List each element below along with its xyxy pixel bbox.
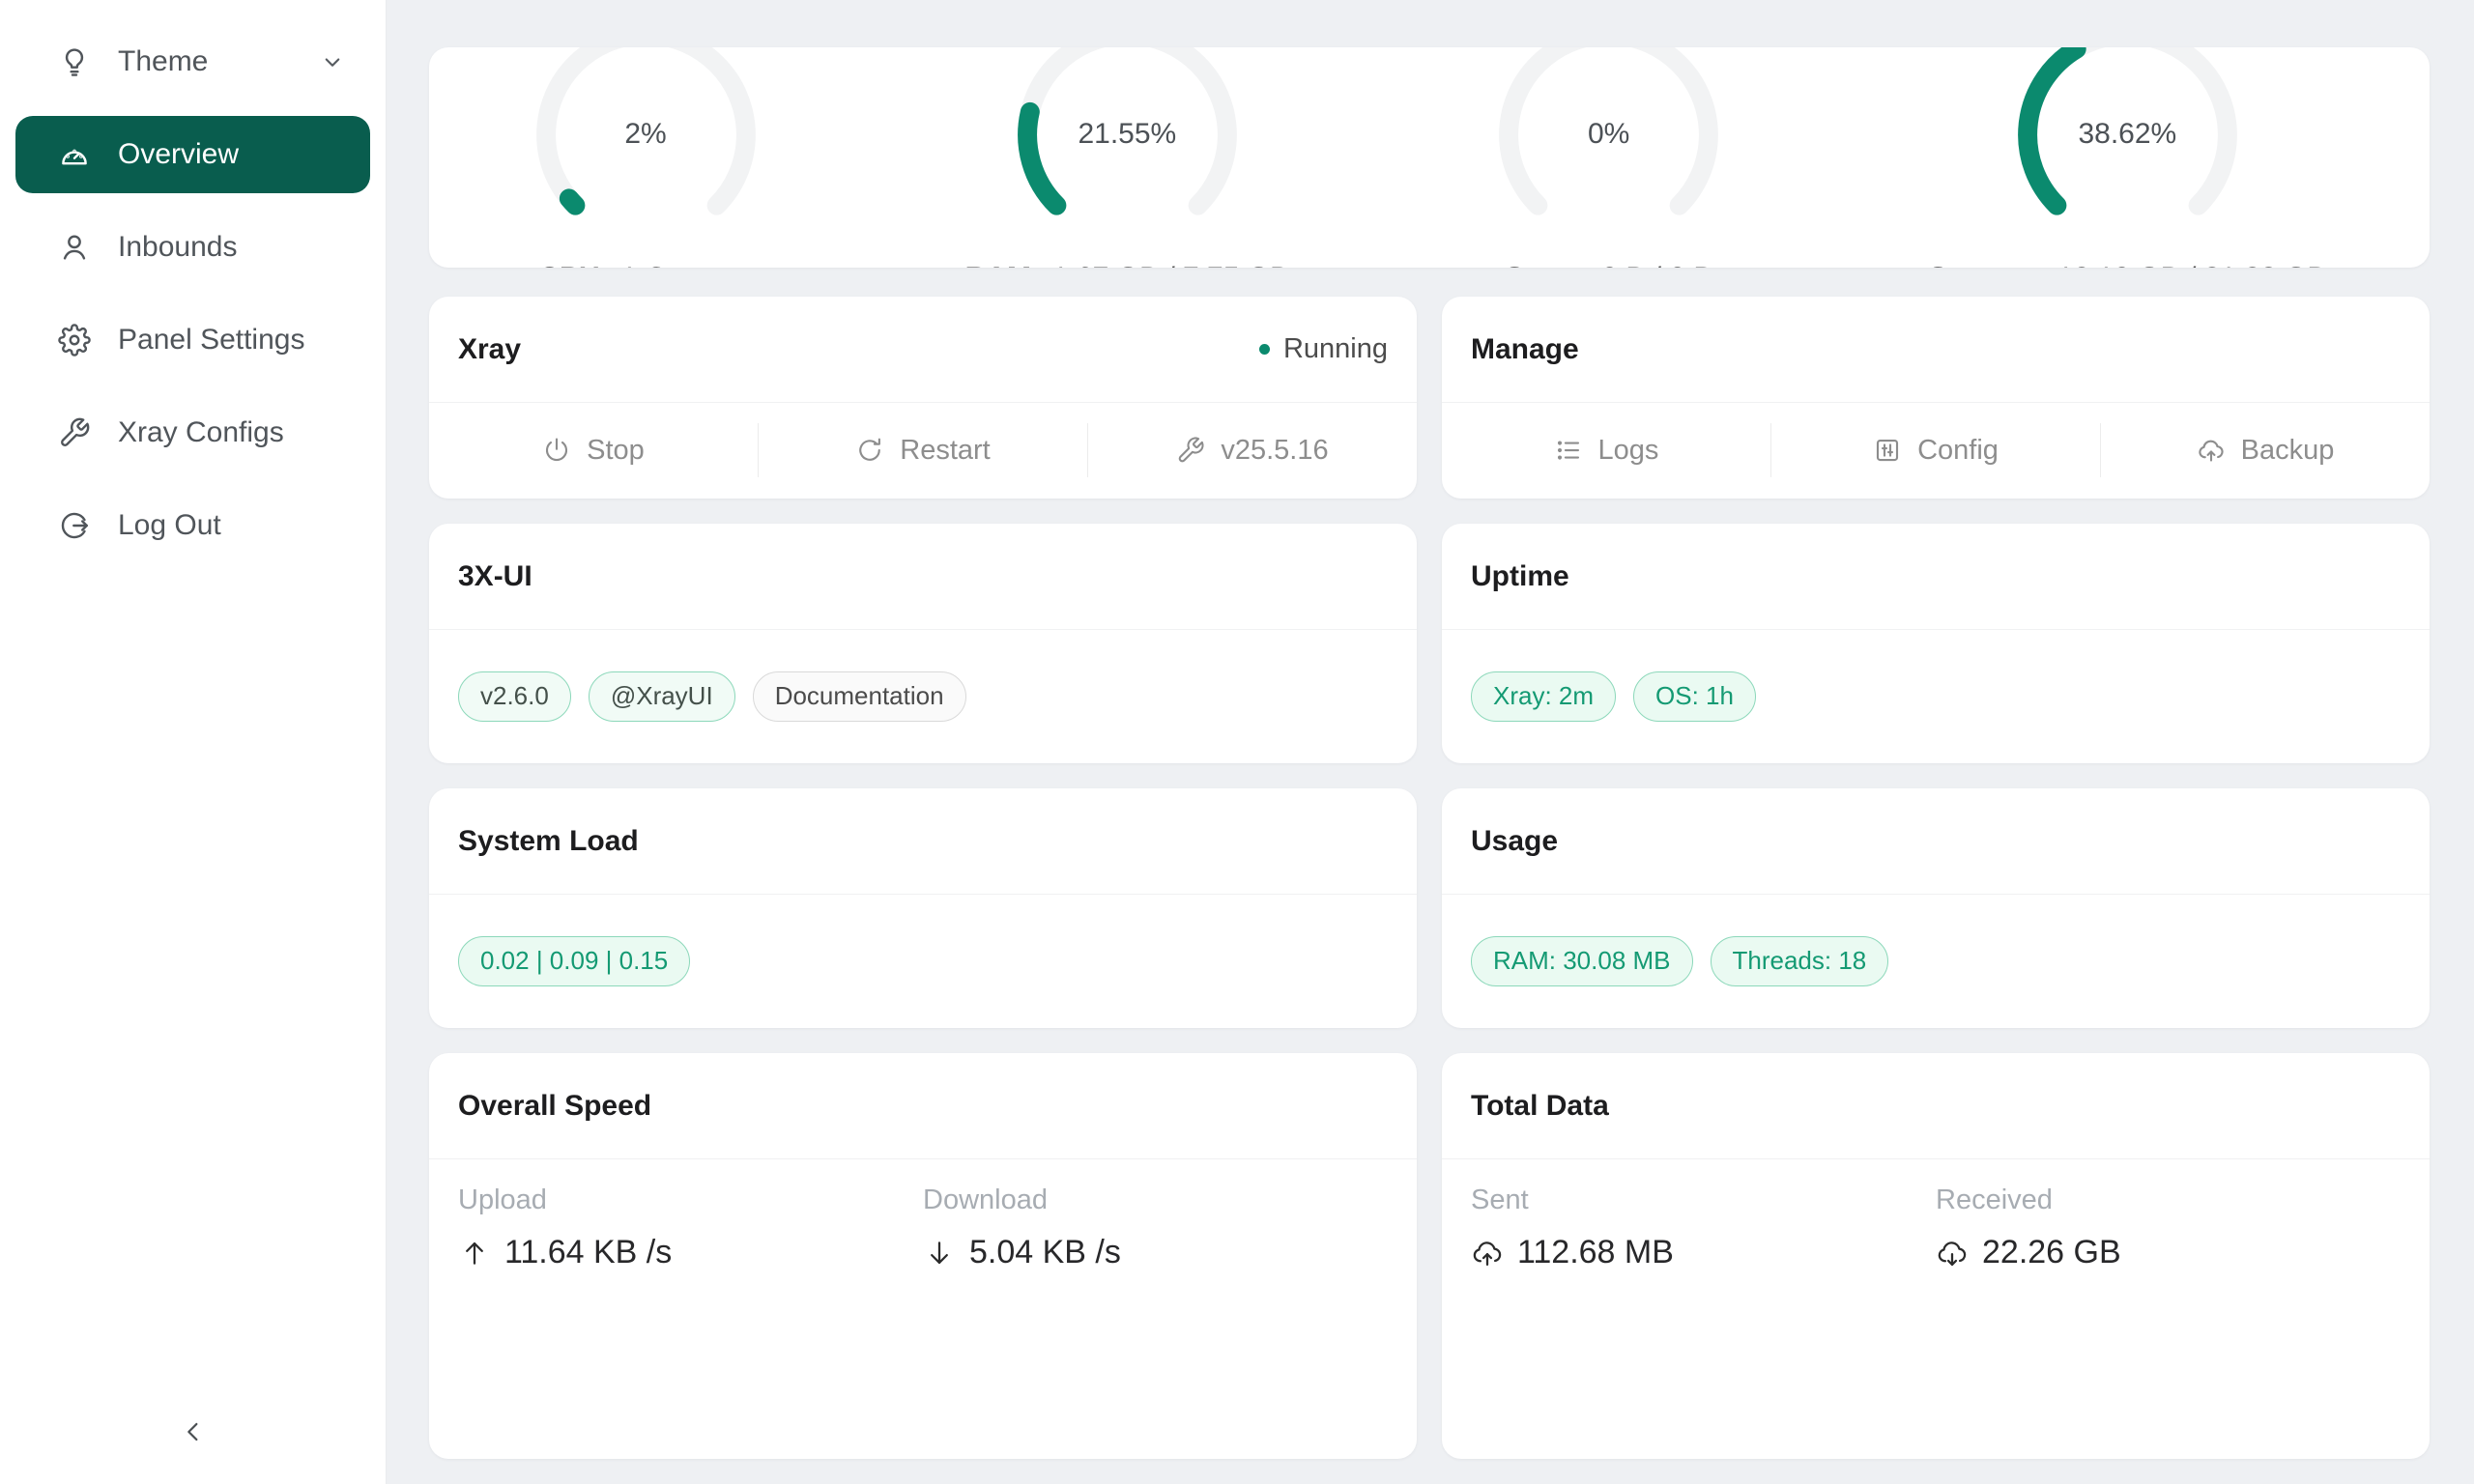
- status-dot: [1259, 344, 1270, 355]
- sidebar-collapse-button[interactable]: [170, 1409, 216, 1455]
- swap-gauge-ring: 0%: [1495, 47, 1722, 248]
- swap-gauge-value: 0%: [1495, 47, 1722, 248]
- cpu-gauge-value: 2%: [532, 47, 760, 248]
- power-icon: [542, 436, 571, 465]
- storage-gauge-ring: 38.62%: [2014, 47, 2241, 248]
- documentation-tag[interactable]: Documentation: [753, 671, 966, 722]
- stop-button[interactable]: Stop: [429, 403, 758, 498]
- manage-card-title: Manage: [1471, 333, 1579, 366]
- ram-gauge-value: 21.55%: [1014, 47, 1241, 248]
- usage-card: Usage RAM: 30.08 MB Threads: 18: [1442, 788, 2430, 1028]
- uptime-card: Uptime Xray: 2m OS: 1h: [1442, 524, 2430, 763]
- upload-stat: Upload 11.64 KB /s: [458, 1184, 923, 1271]
- sidebar-item-log-out[interactable]: Log Out: [15, 487, 370, 564]
- sidebar-nav: Theme Overview Inbounds Panel: [0, 23, 386, 1395]
- sidebar-item-theme[interactable]: Theme: [15, 23, 370, 100]
- sent-label: Sent: [1471, 1184, 1936, 1216]
- wrench-icon: [58, 416, 91, 449]
- cloud-download-icon: [1936, 1237, 1969, 1270]
- arrow-up-icon: [458, 1237, 491, 1270]
- swap-gauge-label: Swap: 0 B / 0 B: [1505, 262, 1712, 269]
- logout-icon: [58, 509, 91, 542]
- status-label: Running: [1283, 333, 1388, 365]
- upload-value: 11.64 KB /s: [458, 1234, 923, 1271]
- uptime-card-title: Uptime: [1471, 560, 1569, 593]
- sidebar-item-label: Theme: [118, 45, 208, 78]
- download-stat: Download 5.04 KB /s: [923, 1184, 1388, 1271]
- main-content: 2% CPU: 1 Core 21.55% RAM: 1.67 GB / 7: [387, 0, 2474, 1484]
- list-icon: [1554, 436, 1583, 465]
- usage-card-title: Usage: [1471, 825, 1558, 858]
- sidebar-item-inbounds[interactable]: Inbounds: [15, 209, 370, 286]
- wrench-icon: [1176, 436, 1205, 465]
- xray-version-button[interactable]: v25.5.16: [1088, 403, 1417, 498]
- dashboard-gauge-icon: [58, 138, 91, 171]
- user-icon: [58, 231, 91, 264]
- sidebar-item-label: Overview: [118, 138, 239, 171]
- chevron-down-icon: [318, 47, 347, 76]
- lightbulb-icon: [58, 45, 91, 78]
- manage-card: Manage Logs Config: [1442, 297, 2430, 499]
- received-stat: Received 22.26 GB: [1936, 1184, 2401, 1271]
- reload-icon: [855, 436, 884, 465]
- config-button[interactable]: Config: [1771, 403, 2100, 498]
- system-load-card-title: System Load: [458, 825, 639, 858]
- xui-card: 3X-UI v2.6.0 @XrayUI Documentation: [429, 524, 1417, 763]
- sidebar-item-label: Xray Configs: [118, 416, 284, 449]
- xray-card: Xray Running Stop Res: [429, 297, 1417, 499]
- area-chart-icon[interactable]: [724, 264, 753, 269]
- system-load-card: System Load 0.02 | 0.09 | 0.15: [429, 788, 1417, 1028]
- sent-value: 112.68 MB: [1471, 1234, 1936, 1271]
- logs-button[interactable]: Logs: [1442, 403, 1770, 498]
- total-data-card-title: Total Data: [1471, 1090, 1609, 1123]
- received-label: Received: [1936, 1184, 2401, 1216]
- cpu-gauge-ring: 2%: [532, 47, 760, 248]
- sidebar-footer: [0, 1395, 386, 1484]
- threads-tag: Threads: 18: [1711, 936, 1889, 986]
- ram-gauge-ring: 21.55%: [1014, 47, 1241, 248]
- swap-gauge: 0% Swap: 0 B / 0 B: [1495, 47, 1722, 268]
- os-uptime-tag: OS: 1h: [1633, 671, 1756, 722]
- telegram-tag[interactable]: @XrayUI: [589, 671, 735, 722]
- upload-label: Upload: [458, 1184, 923, 1216]
- backup-button[interactable]: Backup: [2101, 403, 2430, 498]
- cpu-gauge: 2% CPU: 1 Core: [532, 47, 760, 268]
- download-label: Download: [923, 1184, 1388, 1216]
- sidebar-item-overview[interactable]: Overview: [15, 116, 370, 193]
- xray-status: Running: [1259, 333, 1388, 365]
- ram-gauge-label: RAM: 1.67 GB / 7.75 GB: [965, 262, 1289, 269]
- storage-gauge: 38.62% Storage: 12.10 GB / 31.33 GB: [1928, 47, 2326, 268]
- sidebar-item-label: Panel Settings: [118, 324, 304, 357]
- received-value: 22.26 GB: [1936, 1234, 2401, 1271]
- xray-uptime-tag: Xray: 2m: [1471, 671, 1616, 722]
- storage-gauge-value: 38.62%: [2014, 47, 2241, 248]
- gear-icon: [58, 324, 91, 357]
- cpu-gauge-label: CPU: 1 Core: [538, 262, 752, 269]
- xray-card-title: Xray: [458, 333, 521, 366]
- ram-usage-tag: RAM: 30.08 MB: [1471, 936, 1693, 986]
- cloud-upload-icon: [1471, 1237, 1504, 1270]
- chevron-left-icon: [178, 1416, 209, 1447]
- version-tag[interactable]: v2.6.0: [458, 671, 571, 722]
- total-data-card: Total Data Sent 112.68 MB Received: [1442, 1053, 2430, 1459]
- cloud-backup-icon: [2197, 436, 2226, 465]
- xui-card-title: 3X-UI: [458, 560, 532, 593]
- sidebar-item-label: Inbounds: [118, 231, 237, 264]
- sidebar-item-xray-configs[interactable]: Xray Configs: [15, 394, 370, 471]
- load-average-tag: 0.02 | 0.09 | 0.15: [458, 936, 690, 986]
- sidebar-item-panel-settings[interactable]: Panel Settings: [15, 301, 370, 379]
- sidebar-item-label: Log Out: [118, 509, 221, 542]
- download-value: 5.04 KB /s: [923, 1234, 1388, 1271]
- storage-gauge-label: Storage: 12.10 GB / 31.33 GB: [1928, 262, 2326, 269]
- overall-speed-card-title: Overall Speed: [458, 1090, 651, 1123]
- restart-button[interactable]: Restart: [759, 403, 1087, 498]
- arrow-down-icon: [923, 1237, 956, 1270]
- ram-gauge: 21.55% RAM: 1.67 GB / 7.75 GB: [965, 47, 1289, 268]
- overall-speed-card: Overall Speed Upload 11.64 KB /s Downloa…: [429, 1053, 1417, 1459]
- sliders-icon: [1873, 436, 1902, 465]
- sidebar: Theme Overview Inbounds Panel: [0, 0, 387, 1484]
- sent-stat: Sent 112.68 MB: [1471, 1184, 1936, 1271]
- system-gauges-card: 2% CPU: 1 Core 21.55% RAM: 1.67 GB / 7: [429, 47, 2430, 268]
